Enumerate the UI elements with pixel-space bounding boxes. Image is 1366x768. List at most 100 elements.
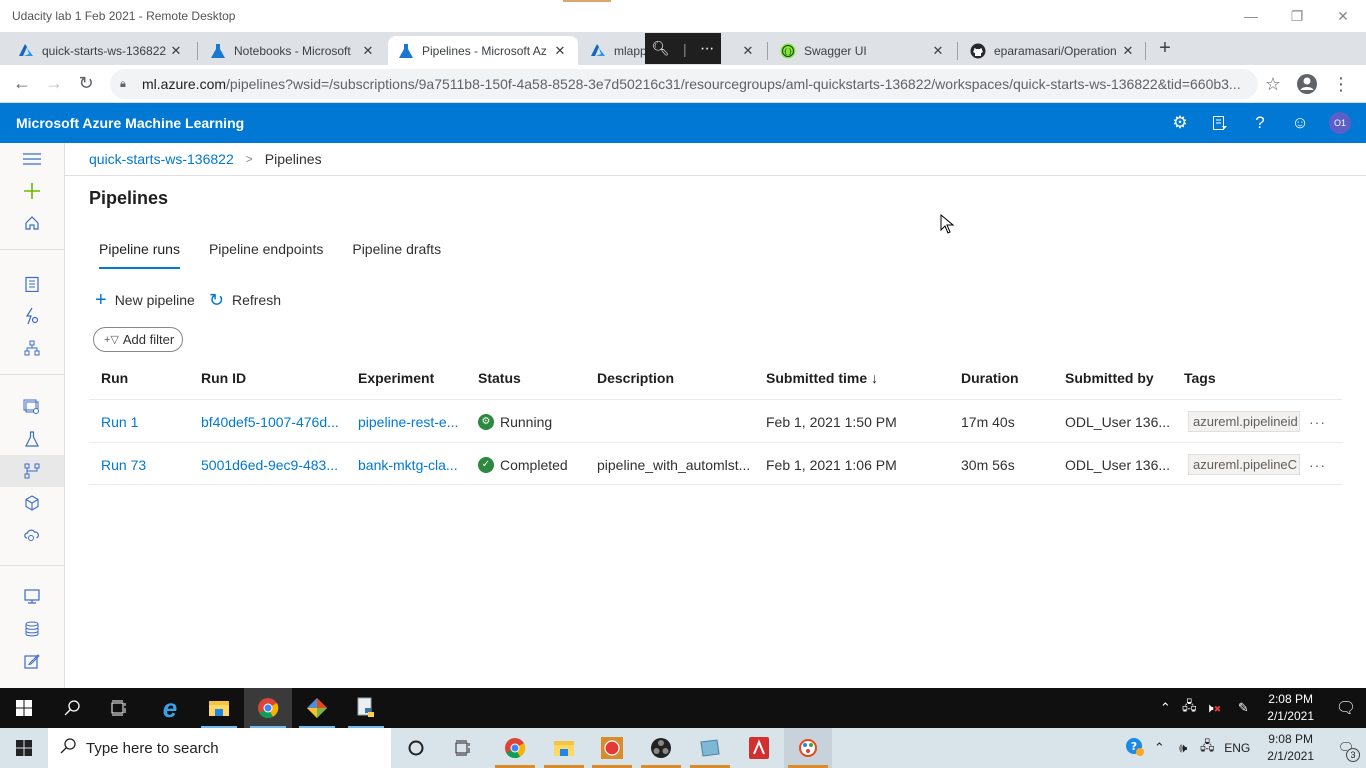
new-pipeline-button[interactable]: + New pipeline	[95, 290, 195, 310]
pen-workspace-icon[interactable]: ✎	[1231, 700, 1255, 716]
forward-button[interactable]: →	[38, 68, 70, 100]
more-options-icon[interactable]: ⋯	[700, 40, 714, 57]
git-tool-icon[interactable]	[293, 688, 341, 728]
task-view-icon[interactable]	[96, 688, 144, 728]
experiments-flask-icon[interactable]	[0, 423, 64, 455]
help-icon[interactable]: ?	[1240, 103, 1280, 143]
zoom-in-icon[interactable]: 🔍︎	[652, 40, 670, 57]
data-labeling-icon[interactable]	[0, 645, 64, 677]
acrobat-reader-icon[interactable]	[735, 728, 783, 768]
column-header-duration[interactable]: Duration	[961, 356, 1019, 399]
settings-gear-icon[interactable]: ⚙	[1160, 103, 1200, 143]
new-tab-button[interactable]: +	[1153, 38, 1177, 60]
run-id-link[interactable]: 5001d6ed-9ec9-483...	[201, 443, 338, 486]
volume-muted-icon[interactable]: 🕨︎✖	[1201, 700, 1225, 716]
column-header-status[interactable]: Status	[478, 356, 521, 399]
models-cube-icon[interactable]	[0, 487, 64, 519]
browser-tab-pipelines[interactable]: Pipelines - Microsoft Az ✕	[388, 36, 578, 65]
run-link[interactable]: Run 1	[101, 400, 138, 443]
azure-brand[interactable]: Microsoft Azure Machine Learning	[16, 115, 244, 131]
tab-pipeline-endpoints[interactable]: Pipeline endpoints	[199, 239, 333, 269]
row-more-options-icon[interactable]: ···	[1309, 443, 1326, 486]
compute-icon[interactable]	[0, 581, 64, 613]
experiment-link[interactable]: bank-mktg-cla...	[358, 443, 458, 486]
close-tab-icon[interactable]: ✕	[168, 43, 184, 59]
file-explorer-icon[interactable]	[195, 688, 243, 728]
volume-icon[interactable]: 🕪︎	[1171, 740, 1195, 756]
experiment-link[interactable]: pipeline-rest-e...	[358, 400, 458, 443]
profile-icon[interactable]	[1290, 68, 1324, 100]
app-window-icon[interactable]	[686, 728, 734, 768]
tab-pipeline-drafts[interactable]: Pipeline drafts	[342, 239, 451, 269]
feedback-smiley-icon[interactable]: ☺	[1280, 103, 1320, 143]
hamburger-menu-icon[interactable]	[0, 143, 64, 175]
browser-tab-github[interactable]: eparamasari/Operation ✕	[960, 36, 1146, 65]
column-header-run[interactable]: Run	[101, 356, 128, 399]
network-icon[interactable]: 🖧︎	[1195, 737, 1219, 759]
help-warning-icon[interactable]: ?	[1123, 737, 1147, 760]
bookmark-star-icon[interactable]: ☆	[1256, 68, 1290, 100]
table-row[interactable]: Run 73 5001d6ed-9ec9-483... bank-mktg-cl…	[89, 442, 1342, 485]
windows-start-icon[interactable]	[0, 688, 48, 728]
close-tab-icon[interactable]: ✕	[360, 43, 376, 59]
add-filter-button[interactable]: +▽ Add filter	[93, 327, 184, 352]
automated-ml-icon[interactable]	[0, 300, 64, 332]
obs-studio-icon[interactable]	[637, 728, 685, 768]
taskbar-search-input[interactable]: Type here to search	[48, 728, 391, 768]
address-bar[interactable]: 🔒︎ ml.azure.com/pipelines?wsid=/subscrip…	[110, 69, 1258, 99]
remote-desktop-icon[interactable]	[588, 728, 636, 768]
account-button[interactable]: O1	[1320, 103, 1360, 143]
rd-minimize-button[interactable]: —	[1228, 0, 1274, 32]
close-tab-icon[interactable]: ✕	[1120, 43, 1136, 59]
network-icon[interactable]: 🖧︎	[1177, 697, 1201, 719]
python-file-icon[interactable]	[342, 688, 390, 728]
column-header-tags[interactable]: Tags	[1184, 356, 1216, 399]
task-view-icon[interactable]	[440, 728, 488, 768]
designer-icon[interactable]	[0, 332, 64, 364]
column-header-submitted-by[interactable]: Submitted by	[1065, 356, 1154, 399]
notifications-icon[interactable]: 🗨︎ 3	[1326, 740, 1366, 762]
rd-restore-button[interactable]: ❐	[1274, 0, 1320, 32]
file-explorer-icon[interactable]	[540, 728, 588, 768]
datasets-icon[interactable]	[0, 391, 64, 423]
notebooks-icon[interactable]	[0, 268, 64, 300]
table-row[interactable]: Run 1 bf40def5-1007-476d... pipeline-res…	[89, 399, 1342, 442]
browser-menu-icon[interactable]: ⋮	[1324, 68, 1358, 100]
back-button[interactable]: ←	[6, 68, 38, 100]
local-clock[interactable]: 9:08 PM 2/1/2021	[1267, 731, 1314, 765]
datastores-icon[interactable]	[0, 613, 64, 645]
close-tab-icon[interactable]: ✕	[930, 43, 946, 59]
show-hidden-icons-chevron[interactable]: ⌃	[1153, 700, 1177, 716]
close-tab-icon[interactable]: ✕	[552, 43, 568, 59]
browser-tab-notebooks[interactable]: Notebooks - Microsoft ✕	[200, 36, 386, 65]
pipelines-icon[interactable]	[0, 455, 64, 487]
show-hidden-icons-chevron[interactable]: ⌃	[1147, 740, 1171, 756]
column-header-run-id[interactable]: Run ID	[201, 356, 246, 399]
chrome-icon[interactable]	[244, 688, 292, 728]
directory-filter-icon[interactable]	[1200, 103, 1240, 143]
remote-clock[interactable]: 2:08 PM 2/1/2021	[1267, 691, 1314, 725]
reload-button[interactable]: ↻	[70, 68, 102, 100]
run-link[interactable]: Run 73	[101, 443, 146, 486]
search-icon[interactable]	[48, 688, 96, 728]
language-indicator[interactable]: ENG	[1219, 741, 1255, 755]
tab-pipeline-runs[interactable]: Pipeline runs	[89, 239, 190, 269]
column-header-description[interactable]: Description	[597, 356, 674, 399]
breadcrumb-workspace-link[interactable]: quick-starts-ws-136822	[89, 151, 234, 167]
column-header-experiment[interactable]: Experiment	[358, 356, 434, 399]
chrome-icon[interactable]	[491, 728, 539, 768]
action-center-icon[interactable]: 🗨︎	[1326, 698, 1366, 718]
rd-close-button[interactable]: ✕	[1320, 0, 1366, 32]
internet-explorer-icon[interactable]: e	[146, 688, 194, 728]
windows-start-icon[interactable]	[0, 728, 48, 768]
close-tab-icon[interactable]: ✕	[740, 43, 756, 59]
cortana-icon[interactable]	[392, 728, 440, 768]
create-new-plus-icon[interactable]	[0, 175, 64, 207]
endpoints-cloud-icon[interactable]	[0, 519, 64, 551]
home-icon[interactable]	[0, 207, 64, 239]
run-id-link[interactable]: bf40def5-1007-476d...	[201, 400, 339, 443]
refresh-button[interactable]: ↻ Refresh	[209, 291, 281, 309]
row-more-options-icon[interactable]: ···	[1309, 400, 1326, 443]
column-header-submitted-time[interactable]: Submitted time ↓	[766, 356, 878, 399]
browser-tab-swagger[interactable]: {} Swagger UI ✕	[770, 36, 956, 65]
